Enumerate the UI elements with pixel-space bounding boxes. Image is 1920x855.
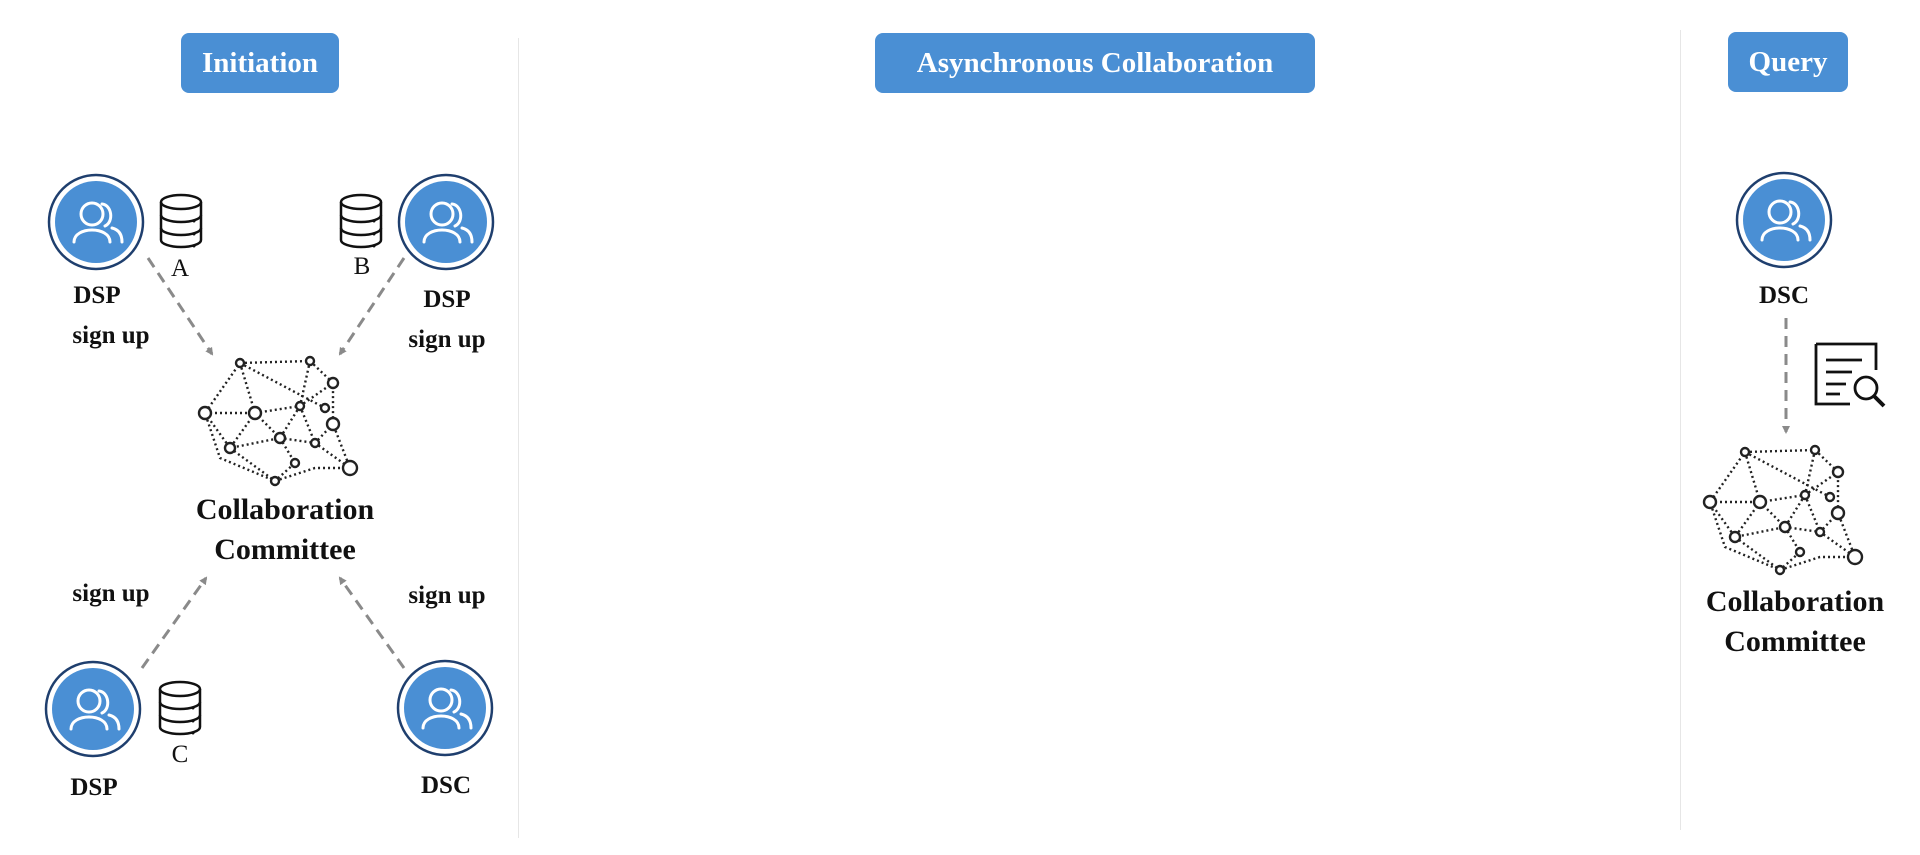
dsp-c-role-label: DSP: [70, 774, 118, 801]
database-c-icon: [158, 680, 202, 736]
dsp-c-action-label: sign up: [72, 580, 150, 607]
database-a-icon: [159, 193, 203, 249]
arrow-dsp-b-to-committee: [338, 257, 406, 356]
query-dsc-user-icon: [1735, 171, 1833, 269]
dsc-role-label: DSC: [420, 772, 472, 799]
dsc-action-label: sign up: [408, 582, 486, 609]
database-b-icon: [339, 193, 383, 249]
dsp-b-user-icon: [397, 173, 495, 271]
dsc-user-icon: [396, 659, 494, 757]
committee-label-line1: Collaboration: [195, 493, 375, 526]
dsp-a-role-label: DSP: [73, 282, 121, 309]
diagram-graphics: [44, 171, 1886, 758]
dsp-a-user-icon: [47, 173, 145, 271]
dsp-b-role-label: DSP: [423, 286, 471, 313]
query-committee-label-line2: Committee: [1724, 625, 1866, 658]
dsp-a-action-label: sign up: [72, 322, 150, 349]
query-committee-network-icon: [1702, 444, 1864, 576]
committee-label-line2: Committee: [214, 533, 356, 566]
document-search-icon: [1814, 342, 1886, 408]
database-a-label: A: [170, 255, 190, 282]
database-b-label: B: [353, 253, 371, 280]
dsp-b-action-label: sign up: [408, 326, 486, 353]
committee-label: Collaboration Committee: [196, 490, 374, 570]
dsp-c-user-icon: [44, 660, 142, 758]
arrow-dsc-to-committee: [338, 576, 406, 669]
query-dsc-role-label: DSC: [1758, 282, 1810, 309]
arrow-dsp-c-to-committee: [140, 576, 208, 669]
database-c-label: C: [171, 741, 189, 768]
query-committee-label-line1: Collaboration: [1705, 585, 1885, 618]
query-committee-label: Collaboration Committee: [1706, 582, 1884, 662]
committee-network-icon: [197, 355, 359, 487]
